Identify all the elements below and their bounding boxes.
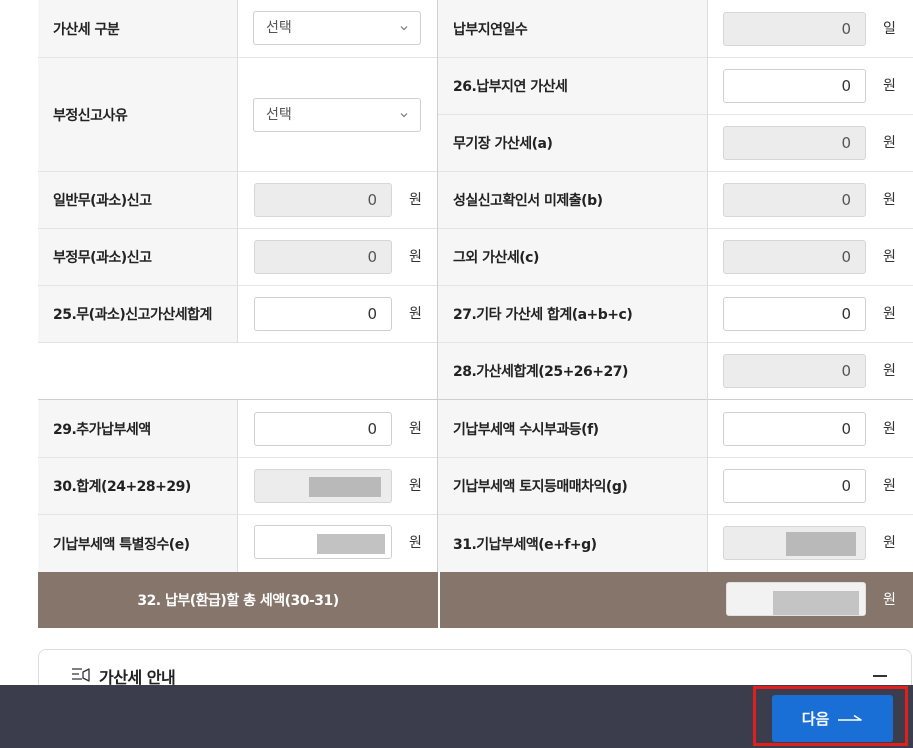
fraud-under-label: 부정무(과소)신고	[38, 229, 238, 285]
sum30-field[interactable]	[254, 469, 392, 503]
special-e-input[interactable]	[254, 525, 392, 559]
general-under-field[interactable]: 0	[254, 183, 392, 217]
row-fraud-reason: 부정신고사유 선택	[38, 58, 438, 172]
unit-won: 원	[883, 478, 896, 494]
unit-won: 원	[883, 135, 896, 151]
late26-label: 26.납부지연 가산세	[438, 58, 708, 115]
confirm-b-field[interactable]: 0	[723, 183, 866, 217]
unit-won: 원	[883, 249, 896, 265]
unit-won: 원	[409, 421, 422, 437]
late-days-field[interactable]: 0	[723, 12, 866, 46]
unit-won: 원	[409, 249, 422, 265]
occasional-f-input[interactable]: 0	[723, 412, 866, 446]
row-sum25: 25.무(과소)신고가산세합계 0 원 27.기타 가산세 합계(a+b+c) …	[38, 286, 913, 343]
row-nobook: 무기장 가산세(a) 0 원	[438, 115, 913, 172]
fraud-reason-select-value: 선택	[266, 107, 292, 123]
prepaid31-label: 31.기납부세액(e+f+g)	[438, 515, 708, 572]
other-c-field[interactable]: 0	[723, 240, 866, 274]
sum30-label: 30.합계(24+28+29)	[38, 458, 238, 514]
general-under-label: 일반무(과소)신고	[38, 172, 238, 228]
next-button-label: 다음	[801, 710, 830, 728]
unit-won: 원	[883, 192, 896, 208]
unit-won: 원	[409, 192, 422, 208]
unit-won: 원	[883, 421, 896, 437]
redacted-value	[317, 534, 385, 554]
unit-won: 원	[409, 535, 422, 551]
arrow-right-icon	[838, 714, 863, 721]
add29-input[interactable]: 0	[254, 412, 392, 446]
redacted-value	[773, 591, 859, 615]
unit-won: 원	[409, 478, 422, 494]
nobook-a-label: 무기장 가산세(a)	[438, 115, 708, 171]
sum25-label: 25.무(과소)신고가산세합계	[38, 286, 238, 342]
total32-field[interactable]	[726, 582, 866, 616]
row-special-e: 기납부세액 특별징수(e) 원 31.기납부세액(e+f+g) 원	[38, 515, 913, 572]
row-sum30: 30.합계(24+28+29) 원 기납부세액 토지등매매차익(g) 0 원	[38, 458, 913, 515]
chevron-down-icon	[400, 113, 408, 118]
chevron-down-icon	[400, 26, 408, 31]
row-add29: 29.추가납부세액 0 원 기납부세액 수시부과등(f) 0 원	[38, 400, 913, 458]
notice-icon	[72, 668, 90, 682]
nobook-a-field[interactable]: 0	[723, 126, 866, 160]
fraud-reason-select[interactable]: 선택	[253, 98, 421, 132]
unit-won: 원	[883, 535, 896, 551]
total32-label: 32. 납부(환급)할 총 세액(30-31)	[137, 593, 339, 609]
land-g-input[interactable]: 0	[723, 469, 866, 503]
prepaid31-field[interactable]	[723, 526, 866, 560]
late-days-label: 납부지연일수	[438, 0, 708, 57]
redacted-value	[309, 477, 381, 497]
penalty-type-select-value: 선택	[266, 20, 292, 36]
fraud-reason-label: 부정신고사유	[38, 58, 238, 171]
late26-input[interactable]: 0	[723, 69, 866, 103]
next-button[interactable]: 다음	[772, 695, 893, 742]
sum27-label: 27.기타 가산세 합계(a+b+c)	[438, 286, 708, 342]
unit-won: 원	[883, 592, 896, 608]
row-general-under: 일반무(과소)신고 0 원 성실신고확인서 미제출(b) 0 원	[38, 172, 913, 229]
collapse-icon[interactable]	[873, 675, 887, 677]
special-e-label: 기납부세액 특별징수(e)	[38, 515, 238, 572]
row-sum28: 28.가산세합계(25+26+27) 0 원	[38, 343, 913, 400]
unit-won: 원	[883, 306, 896, 322]
row-penalty-type: 가산세 구분 선택 납부지연일수 0 일	[38, 0, 913, 58]
redacted-value	[786, 532, 856, 556]
sum28-field[interactable]: 0	[723, 354, 866, 388]
unit-won: 원	[883, 78, 896, 94]
sum28-label: 28.가산세합계(25+26+27)	[438, 343, 708, 399]
add29-label: 29.추가납부세액	[38, 400, 238, 457]
row-total32: 32. 납부(환급)할 총 세액(30-31) 원	[38, 572, 913, 628]
unit-won: 원	[883, 363, 896, 379]
confirm-b-label: 성실신고확인서 미제출(b)	[438, 172, 708, 228]
sum27-input[interactable]: 0	[723, 297, 866, 331]
sum25-input[interactable]: 0	[254, 297, 392, 331]
empty-cell	[38, 343, 438, 399]
unit-day: 일	[883, 21, 896, 37]
other-c-label: 그외 가산세(c)	[438, 229, 708, 285]
row-fraud-under: 부정무(과소)신고 0 원 그외 가산세(c) 0 원	[38, 229, 913, 286]
fraud-under-field[interactable]: 0	[254, 240, 392, 274]
penalty-type-select[interactable]: 선택	[253, 11, 421, 45]
land-g-label: 기납부세액 토지등매매차익(g)	[438, 458, 708, 514]
penalty-type-label: 가산세 구분	[38, 0, 238, 57]
unit-won: 원	[409, 306, 422, 322]
occasional-f-label: 기납부세액 수시부과등(f)	[438, 400, 708, 457]
